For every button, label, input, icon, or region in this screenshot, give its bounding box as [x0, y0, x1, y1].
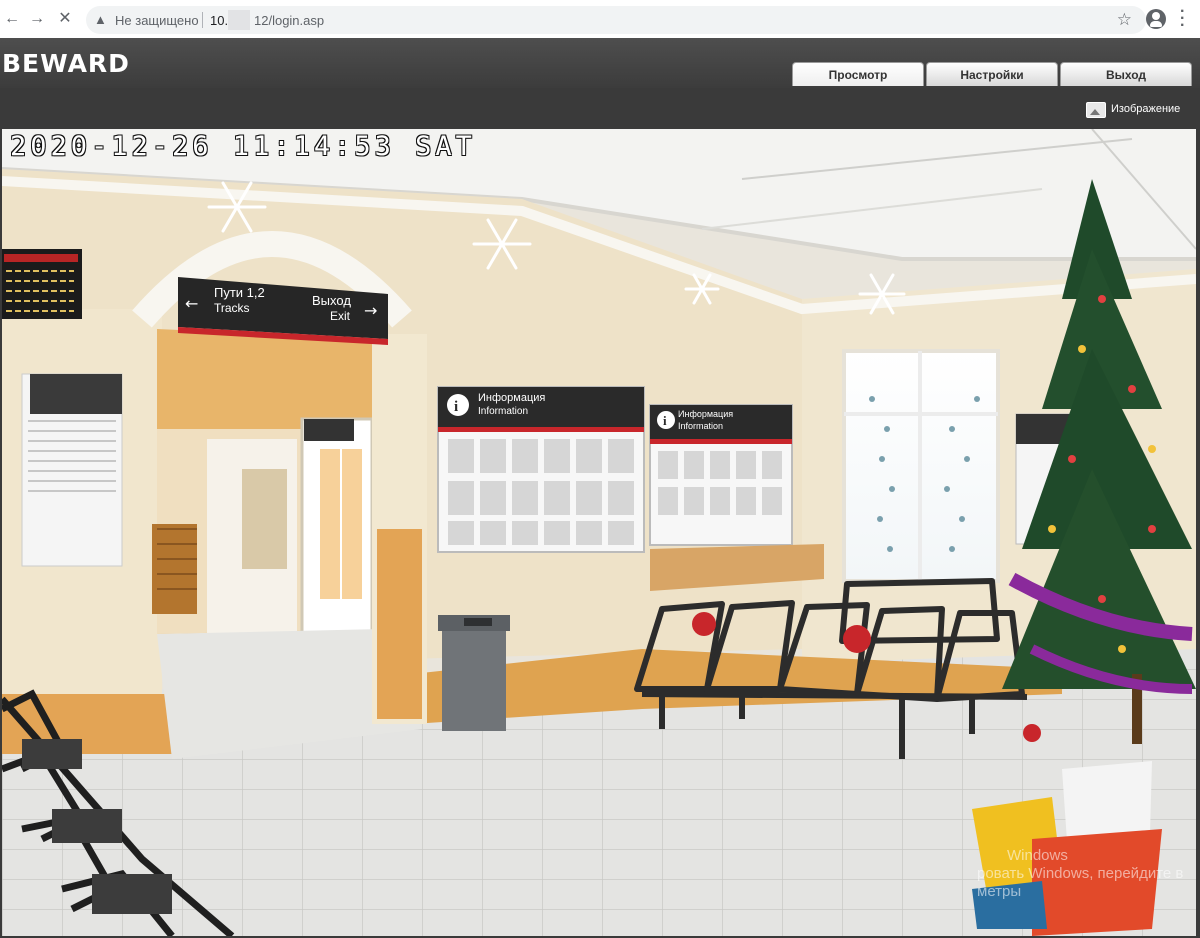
tab-logout[interactable]: Выход [1060, 62, 1192, 86]
sign-exit-ru: Выход [312, 293, 351, 308]
watermark-line-3: метры [977, 883, 1022, 900]
divider [202, 12, 203, 28]
sign-tracks-ru: Пути 1,2 [214, 285, 265, 300]
svg-text:i: i [663, 413, 667, 428]
address-bar[interactable]: ▲ Не защищено 10. 12/login.asp ☆ [86, 6, 1146, 34]
url-path: 12/login.asp [254, 13, 325, 28]
menu-icon[interactable]: · · · [1180, 4, 1185, 34]
windows-activation-watermark: Windows ровать Windows, перейдите в метр… [977, 847, 1183, 901]
info-board-2-en: Information [678, 421, 723, 431]
profile-icon[interactable] [1146, 9, 1166, 29]
forward-icon[interactable]: → [27, 9, 47, 29]
window [842, 349, 1000, 583]
trash-bin [438, 615, 510, 731]
back-icon[interactable]: ← [2, 9, 22, 29]
browser-toolbar: ← → ✕ ▲ Не защищено 10. 12/login.asp ☆ ·… [0, 0, 1200, 39]
watermark-line-2: ровать Windows, перейдите в [977, 865, 1184, 882]
beward-logo: BEWARD [2, 49, 130, 78]
camera-video-feed[interactable]: Пути 1,2 Tracks Выход Exit ← → i Информа… [2, 129, 1196, 936]
svg-text:←: ← [185, 294, 198, 313]
star-icon[interactable]: ☆ [1117, 10, 1132, 30]
svg-text:i: i [454, 399, 458, 415]
security-label[interactable]: Не защищено [115, 13, 199, 28]
info-board-2-ru: Информация [678, 409, 733, 419]
url-host: 10. [210, 13, 229, 28]
info-board-1-ru: Информация [478, 392, 545, 404]
stop-icon[interactable]: ✕ [55, 9, 75, 29]
sub-toolbar: Изображение [0, 88, 1200, 128]
image-icon [1086, 102, 1106, 118]
info-board-1-en: Information [478, 406, 528, 417]
warning-icon: ▲ [94, 12, 107, 27]
image-settings-label: Изображение [1111, 103, 1181, 115]
sign-tracks-en: Tracks [214, 301, 250, 315]
sign-exit-en: Exit [330, 309, 351, 323]
tab-view[interactable]: Просмотр [792, 62, 924, 86]
tab-settings[interactable]: Настройки [926, 62, 1058, 86]
station-hall-scene: Пути 1,2 Tracks Выход Exit ← → i Информа… [2, 129, 1196, 936]
url-redaction [228, 10, 250, 30]
camera-timestamp: 2020-12-26 11:14:53 SAT [10, 131, 476, 162]
svg-text:→: → [364, 301, 377, 320]
watermark-line-1: Windows [1007, 847, 1068, 864]
app-header: BEWARD Просмотр Настройки Выход [0, 38, 1200, 88]
